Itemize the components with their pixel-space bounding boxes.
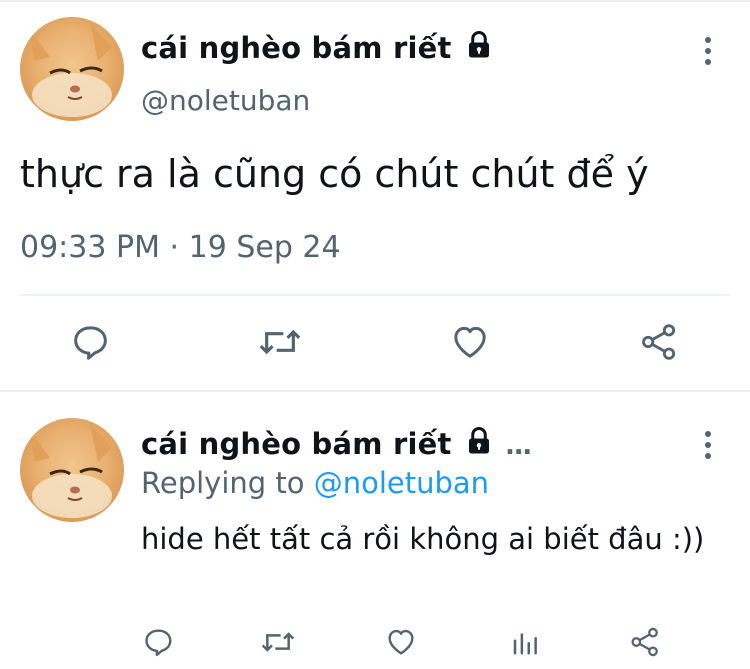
replying-prefix: Replying to xyxy=(141,466,314,500)
main-tweet[interactable]: cái nghèo bám riết @noletuban thực ra là… xyxy=(0,0,750,392)
handle-ellipsis: … xyxy=(505,431,532,461)
share-icon[interactable] xyxy=(628,626,662,658)
reply-icon[interactable] xyxy=(141,626,175,658)
more-icon[interactable] xyxy=(696,428,720,462)
lock-icon xyxy=(464,30,494,67)
cat-avatar-image xyxy=(28,23,112,117)
reply-avatar[interactable] xyxy=(20,418,124,522)
share-icon[interactable] xyxy=(638,322,680,362)
handle[interactable]: @noletuban xyxy=(141,84,310,117)
timestamp-dot: · xyxy=(169,230,180,265)
display-name[interactable]: cái nghèo bám riết xyxy=(141,30,494,67)
reply-tweet[interactable]: cái nghèo bám riết … Replying to @noletub… xyxy=(0,392,750,669)
cat-avatar-image xyxy=(28,424,112,518)
like-icon[interactable] xyxy=(384,626,418,658)
tweet-text: thực ra là cũng có chút chút để ý xyxy=(20,152,649,196)
reply-text: hide hết tất cả rồi không ai biết đâu :)… xyxy=(141,522,705,556)
replying-to: Replying to @noletuban xyxy=(141,466,489,500)
more-icon[interactable] xyxy=(696,34,720,68)
divider xyxy=(20,294,730,296)
reply-icon[interactable] xyxy=(70,322,110,362)
retweet-icon[interactable] xyxy=(258,322,302,362)
tweet-date: 19 Sep 24 xyxy=(188,230,341,265)
retweet-icon[interactable] xyxy=(259,626,297,658)
reply-display-name[interactable]: cái nghèo bám riết … xyxy=(141,426,532,463)
mention-link[interactable]: @noletuban xyxy=(314,466,489,500)
avatar[interactable] xyxy=(20,17,124,121)
reply-display-name-text: cái nghèo bám riết xyxy=(141,427,452,461)
lock-icon xyxy=(464,426,494,463)
tweet-timestamp[interactable]: 09:33 PM · 19 Sep 24 xyxy=(20,230,341,265)
display-name-text: cái nghèo bám riết xyxy=(141,31,452,65)
views-icon[interactable] xyxy=(510,626,540,658)
like-icon[interactable] xyxy=(449,322,491,362)
tweet-time: 09:33 PM xyxy=(20,230,160,265)
